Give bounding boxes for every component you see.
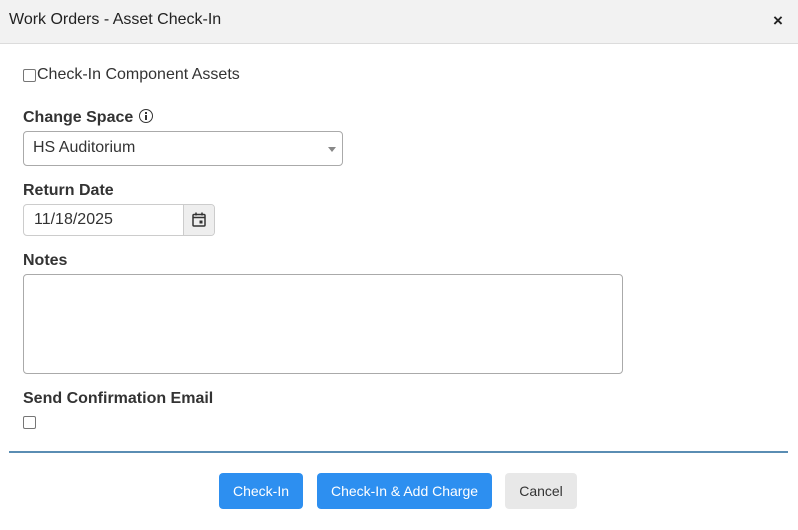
component-assets-row[interactable]: Check-In Component Assets	[23, 66, 240, 84]
footer-divider	[9, 451, 788, 453]
info-circle-icon[interactable]	[139, 109, 154, 123]
confirmation-email-label: Send Confirmation Email	[23, 390, 214, 407]
cancel-button[interactable]: Cancel	[505, 473, 577, 509]
close-icon[interactable]: ×	[768, 11, 788, 31]
asset-checkin-dialog: Work Orders - Asset Check-In × Check-In …	[0, 0, 798, 530]
notes-textarea[interactable]	[23, 274, 623, 374]
dialog-title: Work Orders - Asset Check-In	[9, 11, 222, 28]
change-space-select[interactable]: HS Auditorium	[23, 131, 343, 166]
calendar-icon	[192, 212, 206, 227]
change-space-label-row: Change Space	[23, 109, 154, 127]
date-picker-button[interactable]	[183, 205, 214, 235]
dialog-titlebar: Work Orders - Asset Check-In ×	[0, 0, 798, 44]
change-space-value: HS Auditorium	[33, 139, 136, 156]
component-assets-checkbox[interactable]	[23, 68, 36, 82]
checkin-button[interactable]: Check-In	[219, 473, 303, 509]
change-space-label: Change Space	[23, 109, 134, 126]
confirmation-email-checkbox[interactable]	[23, 416, 36, 429]
return-date-label: Return Date	[23, 182, 114, 199]
return-date-input[interactable]	[24, 205, 183, 235]
notes-label: Notes	[23, 252, 68, 269]
checkin-add-charge-button[interactable]: Check-In & Add Charge	[317, 473, 492, 509]
return-date-group	[23, 204, 215, 236]
component-assets-label[interactable]: Check-In Component Assets	[37, 66, 240, 84]
dropdown-arrow-icon	[328, 147, 336, 152]
